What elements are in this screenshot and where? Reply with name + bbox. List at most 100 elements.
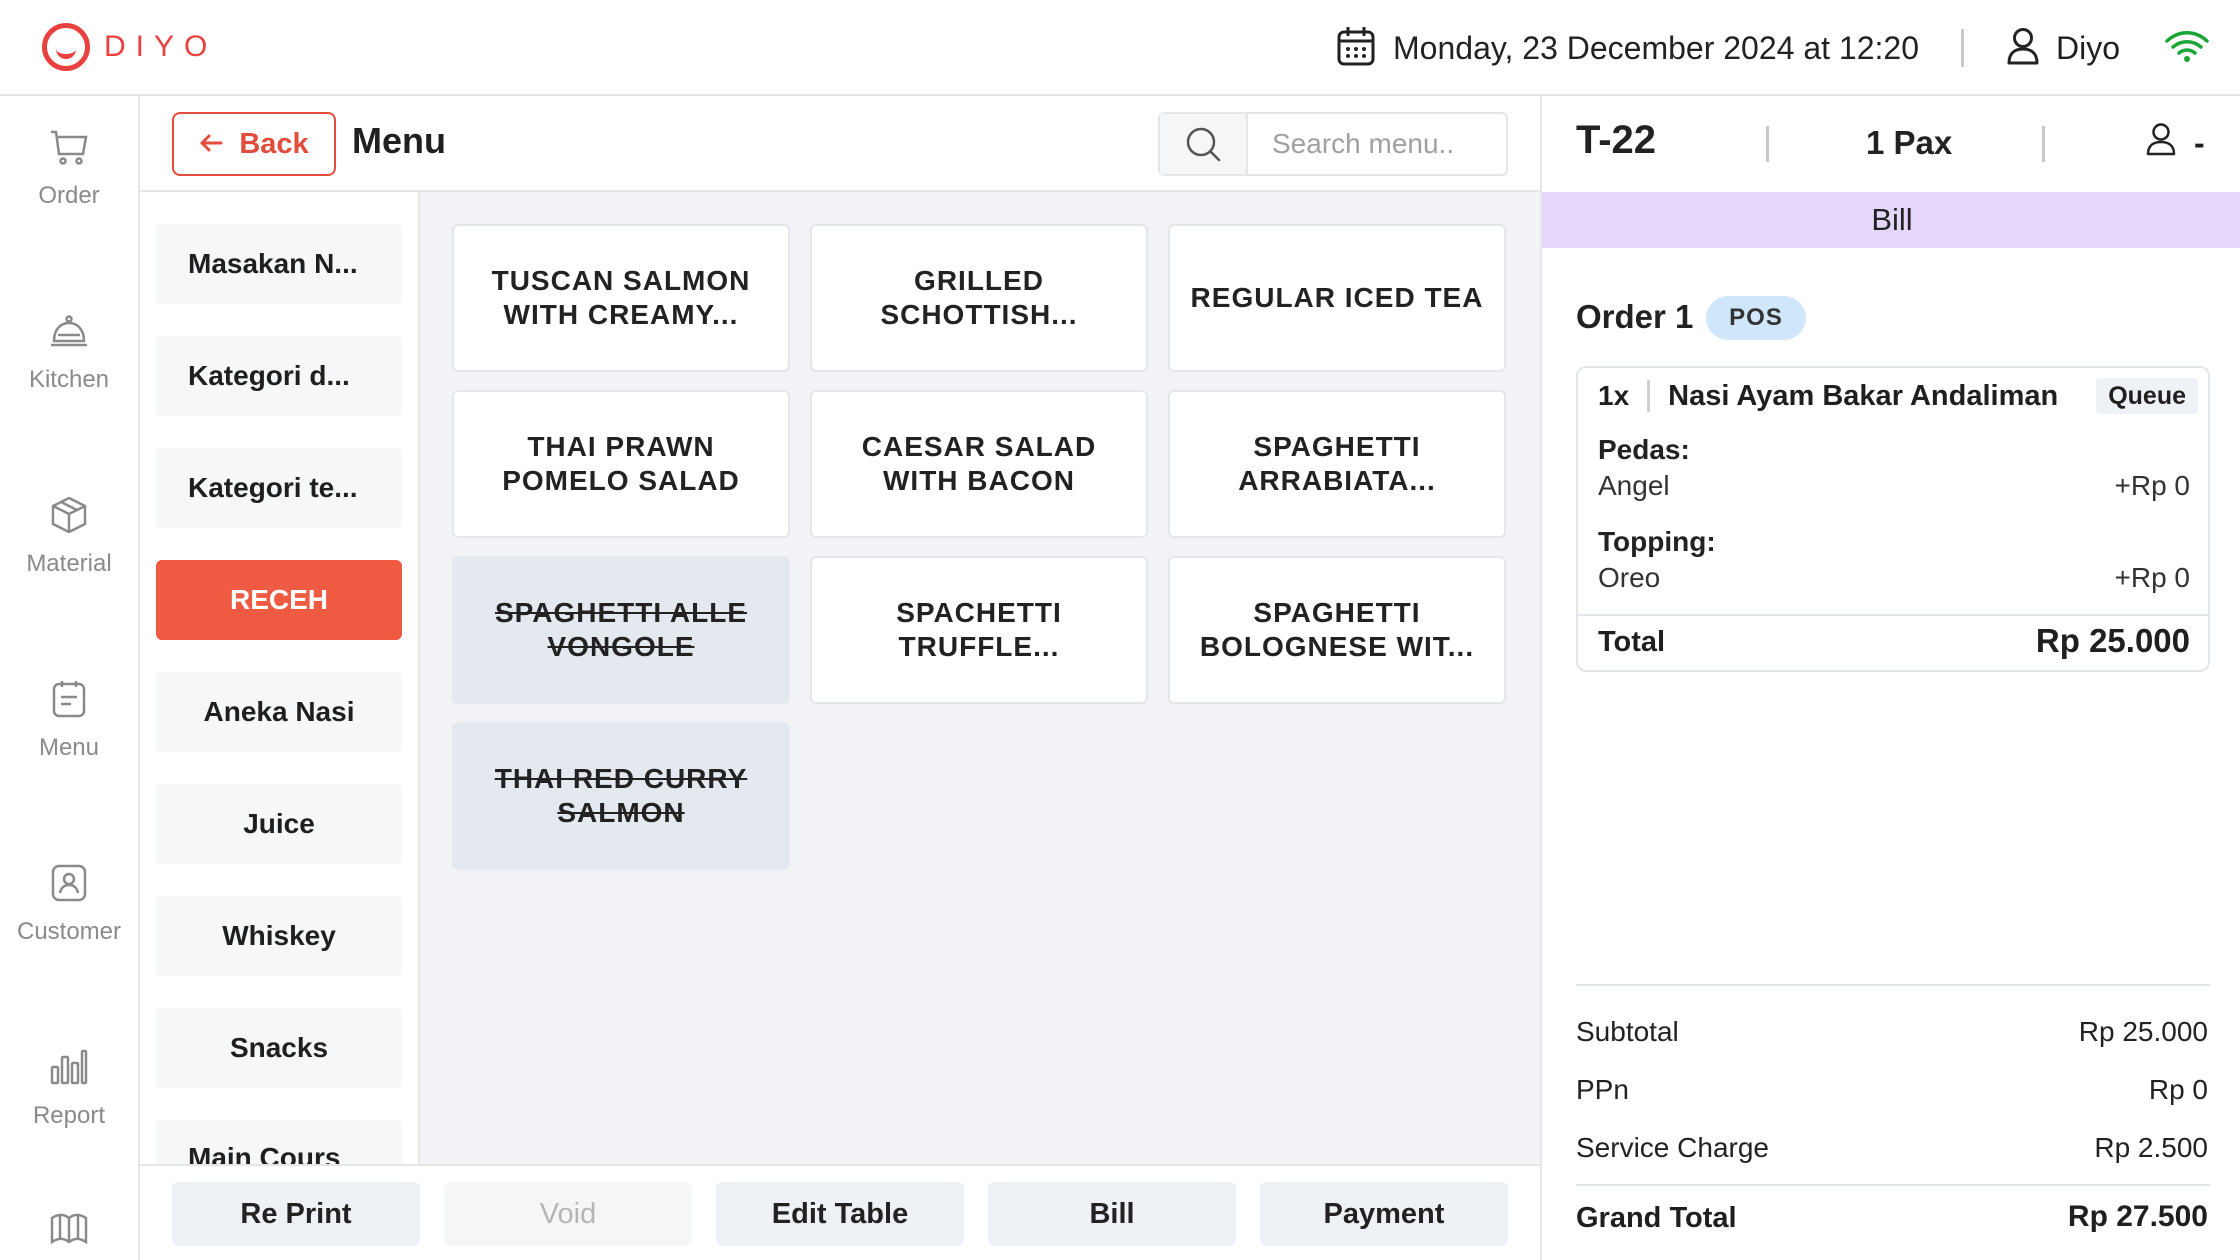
nav-customer-label: Customer <box>16 917 122 945</box>
menu-item-card[interactable]: SPAGHETTI BOLOGNESE WIT... <box>1168 556 1506 704</box>
user-icon[interactable] <box>2006 27 2040 70</box>
box-icon <box>49 495 89 540</box>
category-item-active[interactable]: RECEH <box>156 560 402 640</box>
modifier-price: +Rp 0 <box>2114 562 2191 593</box>
category-item[interactable]: Snacks <box>156 1008 402 1088</box>
calendar-icon <box>1337 26 1375 71</box>
menu-grid: TUSCAN SALMON WITH CREAMY... GRILLED SCHOT… <box>420 192 1540 1164</box>
order-item-row: 1x Nasi Ayam Bakar Andaliman Queue <box>1578 368 2208 424</box>
menu-item-name: CAESAR SALAD WITH BACON <box>861 431 1097 496</box>
user-name[interactable]: Diyo <box>2056 30 2120 67</box>
menu-item-card[interactable]: REGULAR ICED TEA <box>1168 224 1506 372</box>
menu-item-name: REGULAR ICED TEA <box>1190 282 1484 313</box>
bill-button[interactable]: Bill <box>988 1182 1236 1246</box>
back-button-label: Back <box>239 127 309 160</box>
category-label: Aneka Nasi <box>203 696 355 727</box>
order-item-card[interactable]: 1x Nasi Ayam Bakar Andaliman Queue Pedas… <box>1576 366 2210 672</box>
menu-item-card[interactable]: CAESAR SALAD WITH BACON <box>810 390 1148 538</box>
action-bar: Re Print Void Edit Table Bill Payment <box>140 1164 1540 1260</box>
ppn-value: Rp 0 <box>2148 1074 2208 1105</box>
divider <box>1578 614 2208 616</box>
nav-report[interactable]: Report <box>0 1028 138 1148</box>
menu-item-name: SPAGHETTI ALLE VONGOLE <box>495 597 747 662</box>
modifier-option: Oreo <box>1598 562 1661 593</box>
search-box[interactable] <box>1158 112 1508 176</box>
order-panel: T-22 1 Pax - Bill Order 1 POS 1x Nasi Ay… <box>1540 96 2240 1260</box>
nav-material[interactable]: Material <box>0 476 138 596</box>
search-icon[interactable] <box>1160 114 1248 174</box>
top-right-info: Monday, 23 December 2024 at 12:20 Diyo <box>1337 0 2210 96</box>
service-charge-value: Rp 2.500 <box>2094 1132 2208 1163</box>
menu-item-card[interactable]: SPACHETTI TRUFFLE... <box>810 556 1148 704</box>
cart-icon <box>49 127 89 172</box>
menu-item-name: THAI PRAWN POMELO SALAD <box>502 431 740 496</box>
menu-item-card-unavailable: SPAGHETTI ALLE VONGOLE <box>452 556 790 704</box>
item-total-label: Total <box>1598 626 1666 658</box>
logo-mark <box>42 23 90 71</box>
item-name: Nasi Ayam Bakar Andaliman <box>1668 379 2059 412</box>
customer-icon <box>49 863 89 908</box>
grand-total-label: Grand Total <box>1576 1202 1737 1234</box>
page-title: Menu <box>352 120 446 161</box>
category-item[interactable]: Aneka Nasi <box>156 672 402 752</box>
search-input[interactable] <box>1272 128 1492 160</box>
category-label: Whiskey <box>222 920 336 951</box>
bar-chart-icon <box>49 1047 89 1092</box>
menu-item-name: TUSCAN SALMON WITH CREAMY... <box>491 265 751 330</box>
category-item[interactable]: Kategori d... <box>156 336 402 416</box>
guest-selector[interactable]: - <box>2146 122 2205 164</box>
category-item[interactable]: Juice <box>156 784 402 864</box>
category-item[interactable]: Main Cours <box>156 1120 402 1164</box>
category-item[interactable]: Kategori te... <box>156 448 402 528</box>
top-bar: DIYO Monday, 23 December 2024 at 12:20 D… <box>0 0 2240 96</box>
order-title: Order 1 <box>1576 298 1694 335</box>
table-number[interactable]: T-22 <box>1576 118 1656 163</box>
category-label: Juice <box>243 808 315 839</box>
edit-table-button[interactable]: Edit Table <box>716 1182 964 1246</box>
menu-item-card[interactable]: TUSCAN SALMON WITH CREAMY... <box>452 224 790 372</box>
service-charge-label: Service Charge <box>1576 1132 1769 1163</box>
nav-kitchen-label: Kitchen <box>28 365 110 393</box>
logo-text: DIYO <box>104 30 218 63</box>
menu-item-name: SPAGHETTI BOLOGNESE WIT... <box>1199 597 1475 662</box>
category-item[interactable]: Masakan N... <box>156 224 402 304</box>
menu-item-card[interactable]: SPAGHETTI ARRABIATA... <box>1168 390 1506 538</box>
order-source-badge: POS <box>1706 296 1806 340</box>
payment-button[interactable]: Payment <box>1260 1182 1508 1246</box>
grand-total-value: Rp 27.500 <box>2067 1200 2208 1233</box>
pax-count[interactable]: 1 Pax <box>1866 124 1952 162</box>
wifi-icon <box>2164 29 2210 68</box>
nav-more[interactable] <box>0 1208 138 1260</box>
category-label: RECEH <box>229 584 328 615</box>
divider <box>1960 29 1964 67</box>
reprint-button[interactable]: Re Print <box>172 1182 420 1246</box>
menu-item-card[interactable]: THAI PRAWN POMELO SALAD <box>452 390 790 538</box>
menu-item-name: SPACHETTI TRUFFLE... <box>896 597 1062 662</box>
divider <box>1576 1184 2210 1186</box>
nav-customer[interactable]: Customer <box>0 844 138 964</box>
category-label: Kategori te... <box>188 472 358 503</box>
category-item[interactable]: Whiskey <box>156 896 402 976</box>
divider <box>1647 380 1651 412</box>
menu-item-card[interactable]: GRILLED SCHOTTISH... <box>810 224 1148 372</box>
cloche-icon <box>49 311 89 356</box>
item-quantity: 1x <box>1598 380 1630 411</box>
nav-kitchen[interactable]: Kitchen <box>0 292 138 412</box>
category-label: Snacks <box>229 1032 329 1063</box>
tab-bill[interactable]: Bill <box>1542 192 2240 248</box>
side-navigation: Order Kitchen Material Menu Customer Rep… <box>0 96 140 1260</box>
ppn-label: PPn <box>1576 1074 1629 1105</box>
nav-menu[interactable]: Menu <box>0 660 138 780</box>
category-label: Masakan N... <box>188 248 358 279</box>
menu-item-name: THAI RED CURRY SALMON <box>494 763 748 828</box>
nav-material-label: Material <box>26 549 112 577</box>
book-icon <box>49 1208 89 1253</box>
category-label: Kategori d... <box>188 360 350 391</box>
category-label: Main Cours <box>188 1142 341 1164</box>
modifier-group-label: Pedas: <box>1598 434 1690 465</box>
subtotal-label: Subtotal <box>1576 1016 1679 1047</box>
order-panel-header: T-22 1 Pax - <box>1542 96 2240 192</box>
back-button[interactable]: Back <box>172 112 336 176</box>
guest-name: - <box>2194 124 2205 161</box>
nav-order[interactable]: Order <box>0 108 138 228</box>
